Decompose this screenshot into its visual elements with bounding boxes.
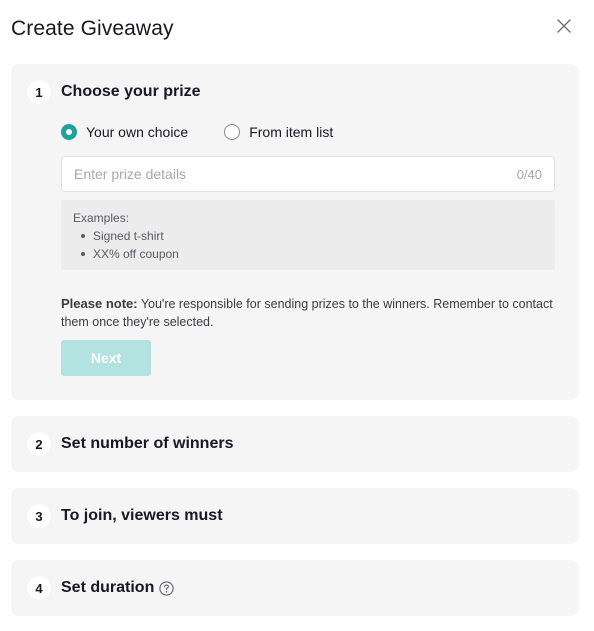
prize-details-input[interactable] [74, 157, 494, 191]
step-title: Set duration [61, 579, 155, 596]
step-card-prize: 1 Choose your prize Your own choice From… [11, 64, 579, 400]
step-number: 3 [27, 504, 51, 528]
character-counter: 0/40 [516, 167, 542, 182]
radio-item-list[interactable]: From item list [224, 124, 333, 140]
step-header: 4 Set duration [27, 576, 174, 600]
list-item: XX% off coupon [81, 245, 543, 263]
step-number: 1 [27, 80, 51, 104]
step-header: 3 To join, viewers must [27, 504, 223, 528]
step-card-join-requirements[interactable]: 3 To join, viewers must [11, 488, 579, 544]
prize-type-radio-group: Your own choice From item list [61, 124, 369, 140]
radio-selected-icon [61, 124, 77, 140]
step-title: Choose your prize [61, 83, 201, 100]
prize-details-field: 0/40 [61, 156, 555, 192]
next-button[interactable]: Next [61, 340, 151, 376]
step-header[interactable]: 1 Choose your prize [27, 80, 201, 104]
step-title: To join, viewers must [61, 507, 223, 524]
close-icon[interactable] [556, 18, 572, 34]
radio-unselected-icon [224, 124, 241, 140]
step-card-duration[interactable]: 4 Set duration [11, 560, 579, 616]
step-number: 2 [27, 432, 51, 456]
radio-own-choice[interactable]: Your own choice [61, 124, 188, 140]
help-circle-icon[interactable] [159, 580, 174, 596]
list-item: Signed t-shirt [81, 227, 543, 245]
responsibility-note: Please note: You're responsible for send… [61, 295, 555, 331]
step-title: Set number of winners [61, 435, 234, 452]
note-label: Please note: [61, 296, 138, 311]
radio-label: From item list [249, 124, 334, 140]
examples-list: Signed t-shirt XX% off coupon [73, 227, 543, 263]
step-number: 4 [27, 576, 51, 600]
radio-label: Your own choice [86, 124, 189, 140]
step-card-winners[interactable]: 2 Set number of winners [11, 416, 579, 472]
dialog-header: Create Giveaway [11, 14, 580, 46]
examples-box: Examples: Signed t-shirt XX% off coupon [61, 200, 555, 270]
examples-heading: Examples: [73, 211, 130, 225]
step-header: 2 Set number of winners [27, 432, 233, 456]
dialog-title: Create Giveaway [11, 17, 174, 40]
